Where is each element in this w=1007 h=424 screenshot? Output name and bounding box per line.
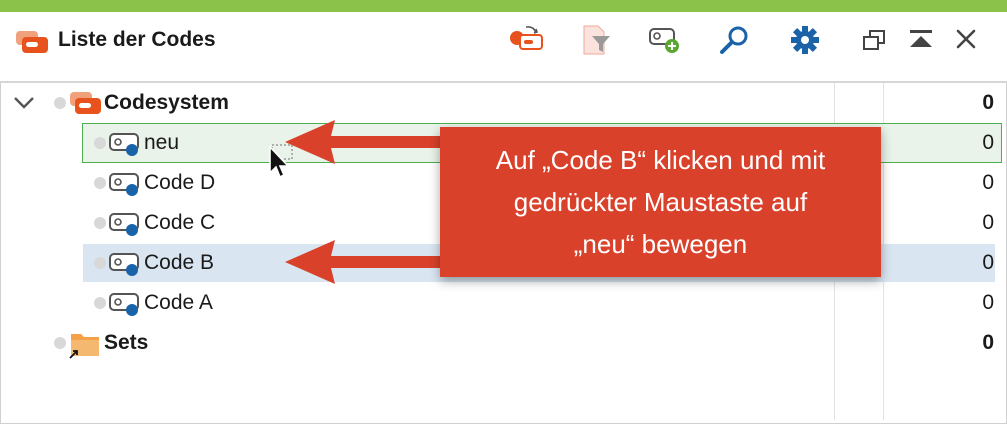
code-icon [108, 171, 142, 202]
window-header: Liste der Codes [0, 12, 1007, 83]
tree-row-count: 0 [982, 171, 994, 194]
tree-row-count: 0 [982, 211, 994, 234]
code-icon [108, 211, 142, 242]
status-dot [54, 337, 66, 349]
status-dot [94, 297, 106, 309]
window-accent-bar [0, 0, 1007, 12]
tree-row-count: 0 [982, 131, 994, 154]
callout-line: Auf „Code B“ klicken und mit [495, 145, 826, 175]
code-icon [108, 131, 142, 162]
tree-row-label: Sets [104, 331, 149, 354]
instruction-callout: Auf „Code B“ klicken und mit gedrückter … [440, 127, 881, 277]
tree-row-count: 0 [982, 331, 994, 354]
code-icon [108, 251, 142, 282]
collapse-up-icon[interactable] [901, 25, 941, 55]
code-icon [108, 291, 142, 322]
tree-row-codesystem[interactable]: Codesystem 0 [0, 83, 1007, 123]
arrow-to-neu-icon [285, 120, 445, 164]
callout-line: „neu“ bewegen [573, 229, 748, 259]
tree-row-label: neu [144, 131, 180, 154]
close-icon[interactable] [946, 25, 986, 55]
status-dot [94, 177, 106, 189]
tree-row-sets[interactable]: Sets 0 [0, 323, 1007, 363]
sets-folder-icon [68, 330, 102, 365]
status-dot [94, 257, 106, 269]
tree-row-count: 0 [982, 91, 994, 114]
window-title: Liste der Codes [58, 28, 216, 51]
settings-gear-icon[interactable] [786, 25, 826, 55]
tree-row-label: Code D [144, 171, 216, 194]
status-dot [54, 97, 66, 109]
status-dot [94, 217, 106, 229]
tree-row-label: Code B [144, 251, 215, 274]
tree-row-count: 0 [982, 251, 994, 274]
status-dot [94, 137, 106, 149]
undock-window-icon[interactable] [856, 25, 896, 55]
tree-row-label: Code A [144, 291, 213, 314]
tree-row-label: Code C [144, 211, 216, 234]
filter-document-icon[interactable] [576, 25, 616, 55]
tree-row-code-a[interactable]: Code A 0 [0, 283, 1007, 323]
callout-line: gedrückter Maustaste auf [513, 187, 808, 217]
new-code-icon[interactable] [646, 25, 686, 55]
code-list-icon [14, 29, 50, 60]
arrow-to-code-b-icon [285, 240, 445, 284]
tree-row-count: 0 [982, 291, 994, 314]
search-icon[interactable] [716, 25, 756, 55]
tree-row-label: Codesystem [104, 91, 229, 114]
code-reset-icon[interactable] [506, 25, 546, 55]
codesystem-icon [68, 90, 102, 121]
chevron-down-icon[interactable] [12, 92, 36, 117]
